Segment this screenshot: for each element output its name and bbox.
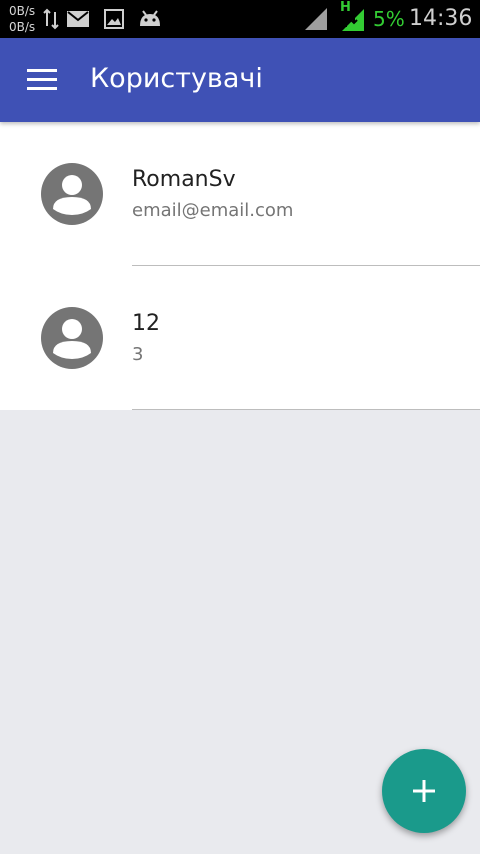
user-email: email@email.com [132, 200, 294, 221]
data-transfer-icon [43, 8, 59, 34]
user-name: RomanSv [132, 167, 236, 192]
clock: 14:36 [409, 6, 473, 31]
list-item[interactable]: RomanSv email@email.com [0, 122, 480, 266]
user-name: 12 [132, 311, 160, 336]
mail-icon [67, 11, 89, 31]
plus-icon [413, 780, 435, 802]
app-bar: Користувачі [0, 38, 480, 122]
net-download-speed: 0B/s [9, 20, 36, 34]
account-circle-icon [41, 307, 103, 369]
user-list: RomanSv email@email.com 12 3 [0, 122, 480, 410]
status-bar: 0B/s 0B/s H 5% 14:36 [0, 0, 480, 38]
hamburger-menu-icon[interactable] [27, 69, 57, 91]
signal-icon [303, 6, 327, 34]
image-icon [104, 9, 124, 33]
divider [132, 409, 480, 410]
page-title: Користувачі [90, 63, 263, 94]
network-speed: 0B/s 0B/s [9, 3, 35, 35]
net-upload-speed: 0B/s [9, 4, 36, 18]
android-icon [138, 10, 162, 32]
network-type-label: H [340, 0, 351, 15]
list-item[interactable]: 12 3 [0, 266, 480, 410]
account-circle-icon [41, 163, 103, 225]
battery-percentage: 5% [373, 7, 405, 31]
user-email: 3 [132, 344, 144, 365]
add-user-button[interactable] [382, 749, 466, 833]
